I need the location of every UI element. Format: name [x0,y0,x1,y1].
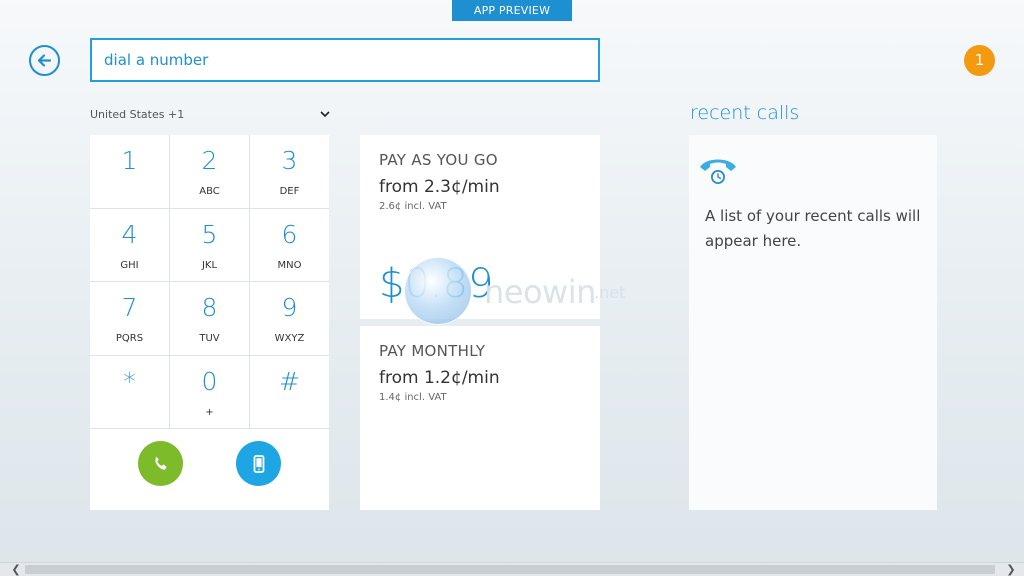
notification-badge[interactable]: 1 [964,45,995,76]
pay-monthly-tile[interactable]: PAY MONTHLY from 1.2¢/min 1.4¢ incl. VAT [360,326,600,510]
key-digit: 0 [201,366,218,396]
dialpad-keys: 1 2 ABC 3 DEF 4 GHI 5 JKL 6 MNO 7 PQRS 8 TUV 9 WXYZ * 0 + # [90,135,329,429]
key-letters: ABC [199,186,220,197]
dialpad-key[interactable]: * [90,355,170,429]
country-code-label: United States +1 [90,107,185,121]
key-digit: 6 [281,219,298,249]
recent-calls-icon [700,159,736,184]
call-actions [90,429,329,510]
phone-icon [154,456,167,470]
plan-rate: from 1.2¢/min [379,368,500,388]
recent-calls-title: recent calls [690,102,800,124]
dialpad-key[interactable]: 8 TUV [170,282,250,356]
dialpad-key[interactable]: 7 PQRS [90,282,170,356]
dialpad: 1 2 ABC 3 DEF 4 GHI 5 JKL 6 MNO 7 PQRS 8 TUV 9 WXYZ * 0 + # [90,135,329,510]
plan-price: $0.89 [379,261,494,307]
plan-vat: 2.6¢ incl. VAT [379,201,447,212]
dialpad-key[interactable]: 3 DEF [250,135,329,209]
back-arrow-icon [37,54,52,67]
dial-number-input[interactable] [90,38,600,82]
horizontal-scrollbar[interactable]: ❮ ❯ [0,562,1024,576]
scroll-left-icon[interactable]: ❮ [9,563,23,576]
key-letters: DEF [279,186,300,197]
call-mobile-button[interactable] [236,441,281,486]
chevron-down-icon [320,110,330,117]
key-digit: 8 [201,293,218,322]
recent-calls-message: A list of your recent calls will appear … [705,207,921,250]
dialpad-key[interactable]: 1 [90,135,170,209]
dialpad-key[interactable]: 0 + [170,355,250,429]
back-button[interactable] [29,45,60,76]
key-letters: GHI [120,259,139,271]
recent-calls-panel: A list of your recent calls will appear … [689,135,937,510]
plan-rate: from 2.3¢/min [379,177,500,197]
pay-as-you-go-tile[interactable]: PAY AS YOU GO from 2.3¢/min 2.6¢ incl. V… [360,135,600,319]
dialpad-key[interactable]: 6 MNO [250,209,329,282]
plan-vat: 1.4¢ incl. VAT [379,392,447,403]
key-digit: 5 [201,219,218,249]
dialpad-key[interactable]: # [250,356,329,429]
dialpad-key[interactable]: 2 ABC [170,135,250,209]
key-letters: MNO [277,259,302,271]
mobile-phone-icon [253,454,264,473]
key-digit: 2 [201,146,218,175]
key-letters: WXYZ [274,333,305,344]
plan-heading: PAY AS YOU GO [379,151,498,169]
key-digit: 4 [121,219,138,249]
key-digit: 1 [121,146,138,175]
plan-heading: PAY MONTHLY [379,342,486,360]
app-preview-banner: APP PREVIEW [452,0,572,21]
key-letters: + [205,406,214,418]
key-digit: * [123,366,136,396]
key-letters: TUV [199,333,220,344]
dialpad-key[interactable]: 4 GHI [90,208,170,282]
key-letters: JKL [201,259,218,271]
key-digit: 3 [281,146,298,175]
key-digit: 9 [281,293,298,322]
key-digit: 7 [121,293,138,322]
country-code-select[interactable]: United States +1 [90,106,330,122]
key-digit: # [279,366,300,396]
dialpad-key[interactable]: 5 JKL [170,208,250,282]
scrollbar-thumb[interactable] [25,565,995,574]
call-button[interactable] [138,441,183,486]
key-letters: PQRS [115,333,144,344]
scroll-right-icon[interactable]: ❯ [1004,563,1018,576]
dialpad-key[interactable]: 9 WXYZ [250,282,329,356]
